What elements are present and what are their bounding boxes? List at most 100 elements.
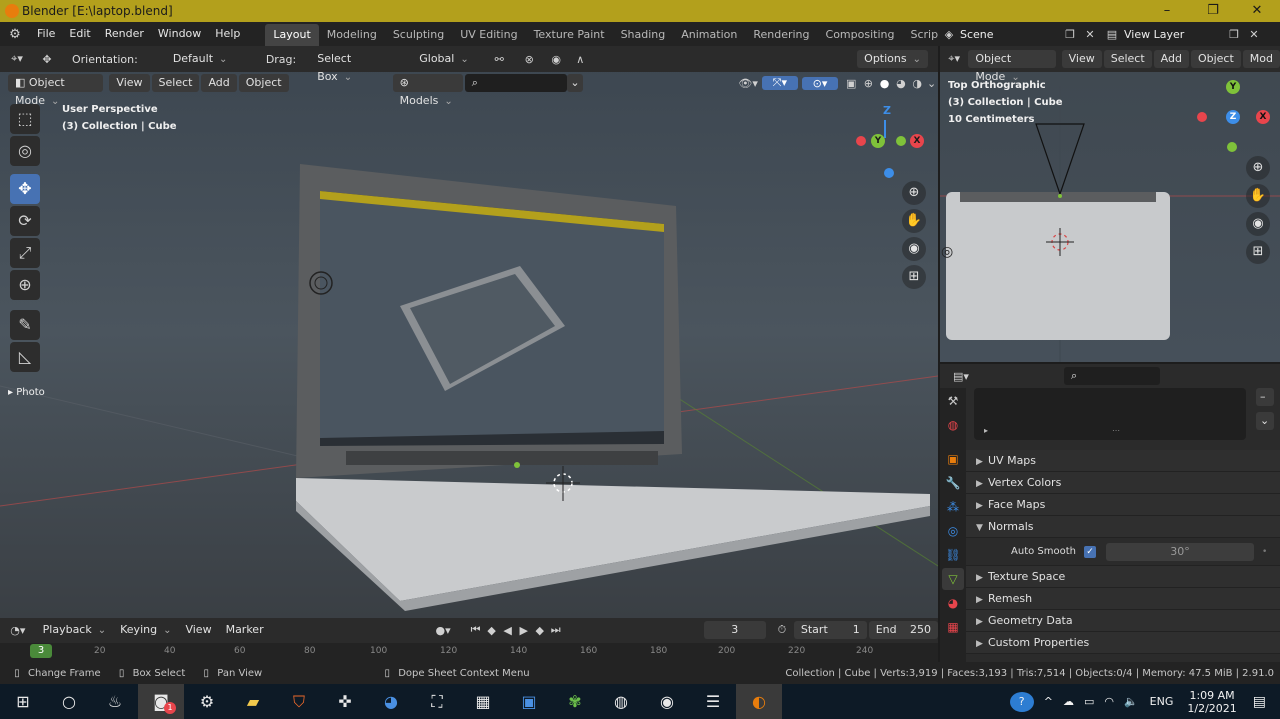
delete-scene-icon[interactable]: ✕ — [1080, 28, 1100, 41]
section-custom-properties[interactable]: ▶ Custom Properties — [966, 632, 1280, 654]
top-editor-type-icon[interactable]: ⌖▾ — [940, 52, 968, 66]
camera-view-icon[interactable]: ◉ — [902, 237, 926, 261]
clock[interactable]: 1:09 AM 1/2/2021 — [1187, 689, 1236, 715]
top-camera-icon[interactable]: ◉ — [1246, 212, 1270, 236]
menu-window[interactable]: Window — [151, 22, 208, 46]
physics-tab-icon[interactable]: ◎ — [942, 520, 964, 542]
cortana-search-icon[interactable]: ○ — [46, 684, 92, 719]
top-object-menu[interactable]: Object — [1190, 50, 1241, 68]
top-gizmo-x[interactable]: X — [1256, 110, 1270, 124]
list-remove-button[interactable]: – — [1256, 388, 1274, 406]
models-dropdown[interactable]: ⊛ Models — [392, 74, 463, 107]
brave-browser-icon[interactable]: ⛉ — [276, 684, 322, 719]
settings-gear-icon[interactable]: ⚙ — [184, 684, 230, 719]
shading-options-icon[interactable]: ⌄ — [925, 77, 938, 90]
section-uv-maps[interactable]: ▶ UV Maps — [966, 450, 1280, 472]
top-ortho-viewport[interactable]: Top Orthographic (3) Collection | Cube 1… — [940, 46, 1280, 362]
next-keyframe-icon[interactable]: ◆ — [532, 624, 548, 637]
menu-render[interactable]: Render — [98, 22, 151, 46]
marker-menu[interactable]: Marker — [219, 621, 271, 639]
section-texture-space[interactable]: ▶ Texture Space — [966, 566, 1280, 588]
copy-scene-icon[interactable]: ❐ — [1060, 28, 1080, 41]
calculator-icon[interactable]: ▦ — [460, 684, 506, 719]
timeline-view-menu[interactable]: View — [178, 621, 218, 639]
volume-icon[interactable]: 🔈 — [1124, 695, 1138, 708]
section-remesh[interactable]: ▶ Remesh — [966, 588, 1280, 610]
prev-keyframe-icon[interactable]: ◆ — [484, 624, 500, 637]
top-zoom-icon[interactable]: ⊕ — [1246, 156, 1270, 180]
gizmo-y[interactable]: Y — [871, 134, 885, 148]
delete-view-layer-icon[interactable]: ✕ — [1244, 28, 1264, 41]
visibility-icon[interactable]: 👁▾ — [735, 77, 762, 90]
mode-dropdown[interactable]: ◧ Object Mode — [8, 74, 104, 107]
menu-file[interactable]: File — [30, 22, 62, 46]
current-frame-field[interactable]: 3 — [703, 621, 766, 639]
start-frame-field[interactable]: Start 1 — [793, 621, 867, 639]
overlays-icon[interactable]: ⊙▾ — [801, 76, 839, 90]
measure-tool[interactable]: ◺ — [10, 342, 40, 372]
jump-end-icon[interactable]: ⏭ — [548, 623, 564, 637]
control-panel-icon[interactable]: ☰ — [690, 684, 736, 719]
object-menu[interactable]: Object — [238, 74, 289, 92]
file-explorer-icon[interactable]: ▰ — [230, 684, 276, 719]
top-gizmo-y[interactable]: Y — [1226, 80, 1240, 94]
play-icon[interactable]: ▶ — [516, 624, 532, 637]
world-tab-icon[interactable]: ◍ — [942, 414, 964, 436]
tab-sculpting[interactable]: Sculpting — [385, 24, 452, 46]
show-hidden-icons[interactable]: ^ — [1044, 695, 1053, 708]
timeline-ruler[interactable]: 3 20 40 60 80 100 120 140 160 180 200 22… — [0, 643, 938, 662]
shape-keys-list[interactable]: ▸ ⋯ — [974, 388, 1246, 440]
maximize-button[interactable]: ❐ — [1190, 0, 1236, 22]
top-select-menu[interactable]: Select — [1103, 50, 1152, 68]
properties-search-input[interactable]: ⌕ — [1064, 367, 1160, 385]
top-add-menu[interactable]: Add — [1153, 50, 1189, 68]
tab-compositing[interactable]: Compositing — [818, 24, 903, 46]
solid-shading-icon[interactable]: ● — [876, 77, 892, 90]
list-expand-icon[interactable]: ▸ — [984, 426, 988, 435]
pan-hand-icon[interactable]: ✋ — [902, 209, 926, 233]
section-geometry-data[interactable]: ▶ Geometry Data — [966, 610, 1280, 632]
orientation-dropdown[interactable]: Default — [166, 50, 258, 68]
timeline-cursor[interactable]: 3 — [30, 644, 52, 658]
gizmo-toggle-icon[interactable]: ⤧▾ — [761, 76, 798, 90]
top-gizmo-z[interactable]: Z — [1226, 110, 1240, 124]
browser-icon[interactable]: ◕ — [368, 684, 414, 719]
timeline-editor-type-icon[interactable]: ◔▾ — [0, 624, 36, 637]
windows-start-icon[interactable]: ⊞ — [0, 684, 46, 719]
playback-menu[interactable]: Playback — [36, 621, 113, 639]
material-shading-icon[interactable]: ◕ — [893, 77, 909, 90]
material-tab-icon[interactable]: ◕ — [942, 592, 964, 614]
snap-icon[interactable]: ⊗ — [514, 53, 544, 66]
tab-modeling[interactable]: Modeling — [319, 24, 385, 46]
scale-tool[interactable]: ⤢ — [10, 238, 40, 268]
navigation-gizmo[interactable]: Z Y X — [856, 102, 926, 182]
gizmo-x[interactable]: X — [910, 134, 924, 148]
list-resize-handle[interactable]: ⋯ — [1112, 426, 1120, 435]
auto-smooth-checkbox[interactable]: ✓ — [1084, 545, 1096, 558]
pivot-icon[interactable]: ⚯ — [484, 53, 514, 66]
annotate-tool[interactable]: ✎ — [10, 310, 40, 340]
view-layer-name[interactable]: View Layer — [1124, 28, 1224, 41]
steam-icon[interactable]: ♨ — [92, 684, 138, 719]
list-menu-button[interactable]: ⌄ — [1256, 412, 1274, 430]
top-gizmo-neg-x[interactable] — [1197, 112, 1207, 122]
search-dropdown-button[interactable]: ⌄ — [567, 74, 583, 92]
drag-dropdown[interactable]: Select Box — [310, 50, 390, 83]
stopwatch-icon[interactable]: ⏱ — [774, 623, 790, 637]
onedrive-icon[interactable]: ☁ — [1063, 695, 1074, 708]
top-pan-hand-icon[interactable]: ✋ — [1246, 184, 1270, 208]
action-center-icon[interactable]: ▤ — [1253, 694, 1266, 710]
zoom-icon[interactable]: ⊕ — [902, 181, 926, 205]
mesh-data-tab-icon[interactable]: ▽ — [942, 568, 964, 590]
disk-icon[interactable]: ◍ — [598, 684, 644, 719]
properties-editor-type-icon[interactable]: ▤▾ — [944, 370, 978, 383]
texture-tab-icon[interactable]: ▦ — [942, 616, 964, 638]
rendered-shading-icon[interactable]: ◑ — [909, 77, 925, 90]
proportional-edit-icon[interactable]: ◉ — [544, 53, 568, 66]
copy-view-layer-icon[interactable]: ❐ — [1224, 28, 1244, 41]
gizmo-neg-x[interactable] — [856, 136, 866, 146]
jump-start-icon[interactable]: ⏮ — [468, 623, 484, 637]
end-frame-field[interactable]: End 250 — [868, 621, 938, 639]
gizmo-neg-z[interactable] — [884, 168, 894, 178]
move-tool[interactable]: ✥ — [10, 174, 40, 204]
